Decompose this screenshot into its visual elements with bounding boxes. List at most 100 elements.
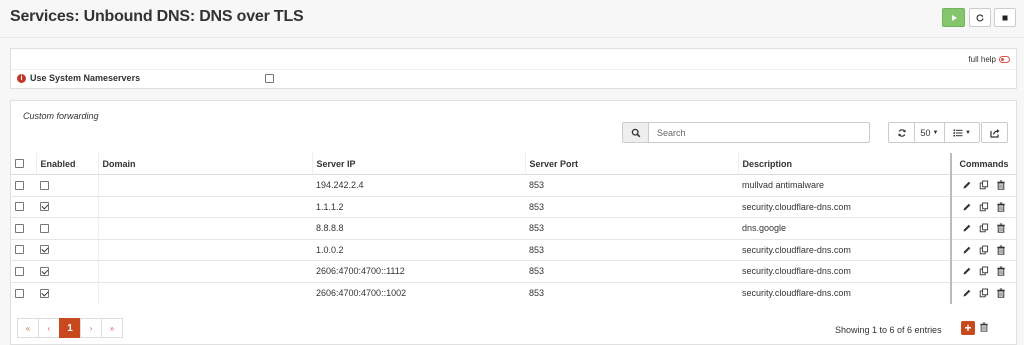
server-port-cell: 853 <box>525 281 738 304</box>
plus-icon: + <box>964 321 972 335</box>
enabled-checkbox[interactable] <box>40 245 49 255</box>
page-title: Services: Unbound DNS: DNS over TLS <box>10 8 304 25</box>
table-row[interactable]: 2606:4700:4700::1112 853 security.cloudfla… <box>11 260 1016 282</box>
column-header-enabled[interactable]: Enabled <box>35 153 98 175</box>
export-icon <box>989 128 999 138</box>
stop-service-button[interactable] <box>994 8 1016 27</box>
enabled-checkbox[interactable] <box>40 288 49 298</box>
row-select-checkbox[interactable] <box>15 266 24 276</box>
column-header-server-ip[interactable]: Server IP <box>311 153 525 175</box>
copy-icon[interactable] <box>979 202 989 212</box>
enabled-checkbox[interactable] <box>40 223 49 233</box>
enabled-checkbox[interactable] <box>40 266 49 276</box>
domain-cell <box>97 217 312 239</box>
delete-selected-icon[interactable] <box>979 322 989 332</box>
refresh-icon <box>897 128 906 137</box>
description-cell: security.cloudflare-dns.com <box>738 281 951 304</box>
restart-service-button[interactable] <box>969 8 991 27</box>
row-select-checkbox[interactable] <box>15 202 24 212</box>
restart-icon <box>976 13 984 22</box>
page-header: Services: Unbound DNS: DNS over TLS <box>0 0 1024 38</box>
commands-cell <box>950 260 1016 282</box>
edit-icon[interactable] <box>962 202 972 212</box>
commands-cell <box>950 217 1016 239</box>
description-cell: mullvad antimalware <box>738 174 951 196</box>
start-service-button[interactable] <box>942 8 965 27</box>
description-cell: security.cloudflare-dns.com <box>738 238 951 261</box>
trash-icon[interactable] <box>996 223 1006 233</box>
next-page-button[interactable]: › <box>80 318 102 338</box>
select-all-checkbox[interactable] <box>15 159 24 168</box>
server-port-cell: 853 <box>525 195 738 218</box>
copy-icon[interactable] <box>979 245 989 255</box>
description-cell: security.cloudflare-dns.com <box>738 195 951 218</box>
edit-icon[interactable] <box>962 266 972 276</box>
enabled-cell <box>36 238 98 261</box>
table-row[interactable]: 194.242.2.4 853 mullvad antimalware <box>11 174 1016 196</box>
column-header-domain[interactable]: Domain <box>97 153 312 175</box>
table-row[interactable]: 8.8.8.8 853 dns.google <box>11 217 1016 239</box>
add-button[interactable]: + <box>961 321 975 335</box>
divider <box>11 69 1016 70</box>
edit-icon[interactable] <box>962 245 972 255</box>
domain-cell <box>97 195 312 218</box>
export-button[interactable] <box>981 122 1008 143</box>
copy-icon[interactable] <box>979 223 989 233</box>
use-system-nameservers-label: Use System Nameservers <box>30 73 141 83</box>
page-size-value: 50 <box>920 127 931 138</box>
search-input[interactable] <box>651 124 866 141</box>
server-ip-cell: 8.8.8.8 <box>312 217 525 239</box>
trash-icon[interactable] <box>996 288 1006 298</box>
trash-icon[interactable] <box>996 266 1006 276</box>
columns-dropdown[interactable]: ▼ <box>944 122 980 143</box>
commands-cell <box>950 195 1016 218</box>
pagination: « ‹ 1 › » <box>17 318 123 338</box>
server-ip-cell: 1.0.0.2 <box>312 238 525 261</box>
use-system-nameservers-checkbox[interactable] <box>265 74 274 83</box>
search-button[interactable] <box>623 123 649 142</box>
server-port-cell: 853 <box>525 260 738 282</box>
table-row[interactable]: 2606:4700:4700::1002 853 security.cloudfla… <box>11 281 1016 304</box>
row-select-cell <box>11 260 36 282</box>
commands-cell <box>950 174 1016 196</box>
edit-icon[interactable] <box>962 288 972 298</box>
edit-icon[interactable] <box>962 223 972 233</box>
row-select-checkbox[interactable] <box>15 180 24 190</box>
last-page-button[interactable]: » <box>101 318 123 338</box>
row-select-checkbox[interactable] <box>15 223 24 233</box>
server-port-cell: 853 <box>525 174 738 196</box>
toggle-off-icon <box>999 56 1010 63</box>
trash-icon[interactable] <box>996 245 1006 255</box>
column-header-server-port[interactable]: Server Port <box>524 153 738 175</box>
description-cell: dns.google <box>738 217 951 239</box>
row-select-checkbox[interactable] <box>15 245 24 255</box>
edit-icon[interactable] <box>962 180 972 190</box>
copy-icon[interactable] <box>979 288 989 298</box>
prev-page-button[interactable]: ‹ <box>38 318 60 338</box>
trash-icon[interactable] <box>996 202 1006 212</box>
enabled-checkbox[interactable] <box>40 202 49 212</box>
enabled-cell <box>36 195 98 218</box>
domain-cell <box>97 281 312 304</box>
domain-cell <box>97 260 312 282</box>
enabled-checkbox[interactable] <box>40 180 49 190</box>
row-select-cell <box>11 281 36 304</box>
refresh-button[interactable] <box>888 122 915 143</box>
server-port-cell: 853 <box>525 238 738 261</box>
trash-icon[interactable] <box>996 180 1006 190</box>
copy-icon[interactable] <box>979 180 989 190</box>
commands-cell <box>950 238 1016 261</box>
copy-icon[interactable] <box>979 266 989 276</box>
page-size-dropdown[interactable]: 50 ▼ <box>914 122 945 143</box>
table-row[interactable]: 1.1.1.2 853 security.cloudflare-dns.com <box>11 195 1016 218</box>
column-header-description[interactable]: Description <box>737 153 951 175</box>
info-icon[interactable]: i <box>17 74 26 83</box>
row-select-checkbox[interactable] <box>15 288 24 298</box>
table-row[interactable]: 1.0.0.2 853 security.cloudflare-dns.com <box>11 238 1016 261</box>
current-page-button[interactable]: 1 <box>59 318 81 338</box>
domain-cell <box>97 238 312 261</box>
description-cell: security.cloudflare-dns.com <box>738 260 951 282</box>
caret-down-icon: ▼ <box>932 129 939 136</box>
first-page-button[interactable]: « <box>17 318 39 338</box>
full-help-toggle[interactable]: full help <box>968 55 1010 64</box>
